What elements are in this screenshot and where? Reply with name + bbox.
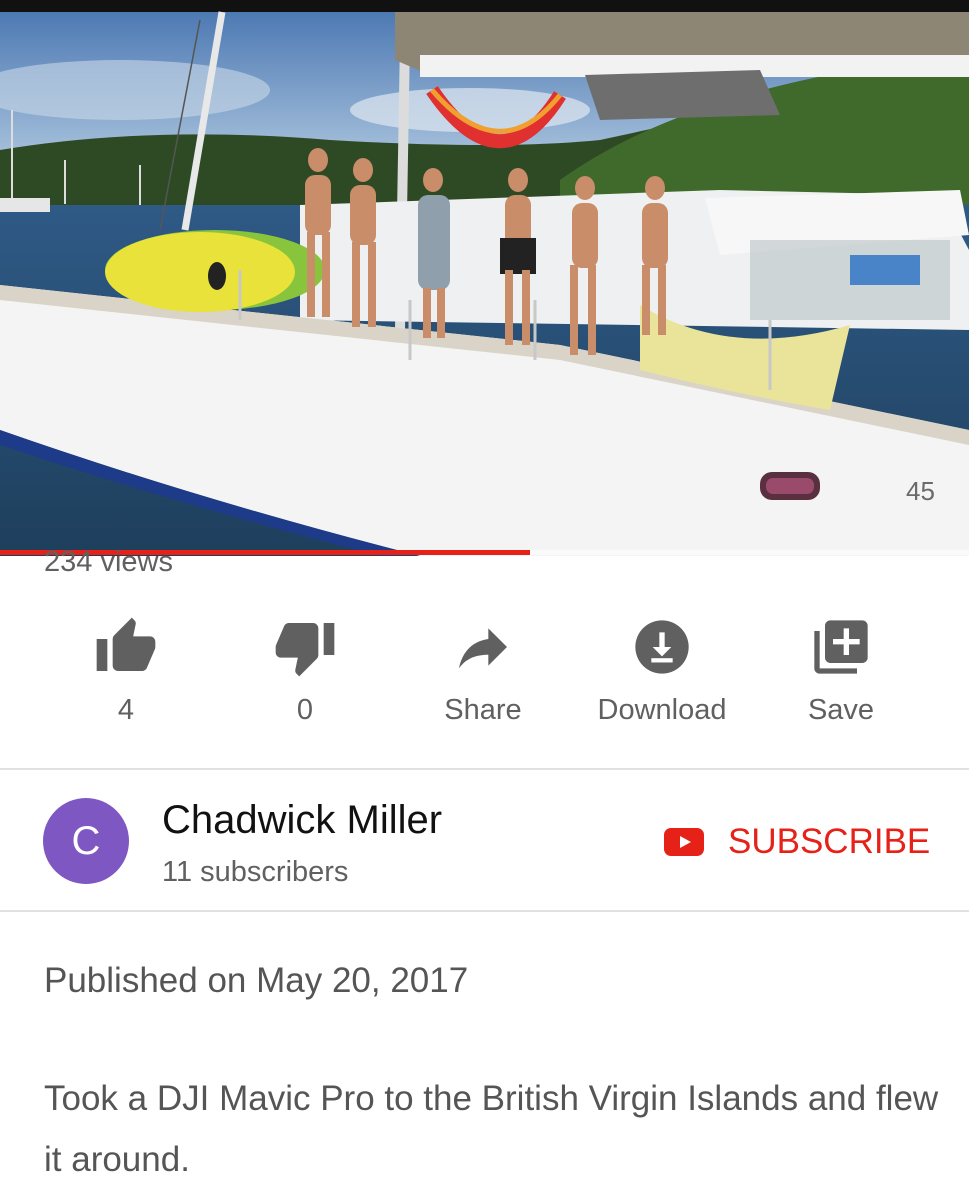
video-description: Took a DJI Mavic Pro to the British Virg… (44, 1079, 939, 1179)
publish-date: Published on May 20, 2017 (44, 961, 469, 1000)
thumbs-down-icon (273, 615, 337, 679)
subscribe-label: SUBSCRIBE (728, 822, 931, 861)
dislike-button[interactable]: 0 (216, 600, 394, 740)
thumbs-up-icon (94, 615, 158, 679)
subscribe-button[interactable]: SUBSCRIBE (664, 818, 930, 866)
divider (0, 910, 969, 912)
channel-name[interactable]: Chadwick Miller (162, 797, 442, 843)
video-actions-bar: 4 0 Share Download Save (0, 600, 969, 740)
video-frame-thumbnail: 45 (0, 0, 969, 556)
hull-number: 45 (906, 476, 935, 506)
save-label: Save (807, 694, 875, 726)
dislike-count: 0 (296, 694, 314, 726)
download-icon (630, 615, 694, 679)
share-arrow-icon (451, 615, 515, 679)
channel-avatar[interactable]: C (43, 798, 129, 884)
like-count: 4 (117, 694, 135, 726)
share-label: Share (444, 694, 522, 726)
save-button[interactable]: Save (752, 600, 930, 740)
like-button[interactable]: 4 (37, 600, 215, 740)
download-label: Download (597, 694, 727, 726)
view-count: 234 views (44, 546, 173, 578)
divider (0, 768, 969, 770)
add-to-playlist-icon (809, 615, 873, 679)
share-button[interactable]: Share (394, 600, 572, 740)
youtube-play-icon (664, 828, 704, 856)
download-button[interactable]: Download (573, 600, 751, 740)
video-player[interactable]: 45 (0, 0, 969, 556)
subscriber-count: 11 subscribers (162, 856, 349, 888)
